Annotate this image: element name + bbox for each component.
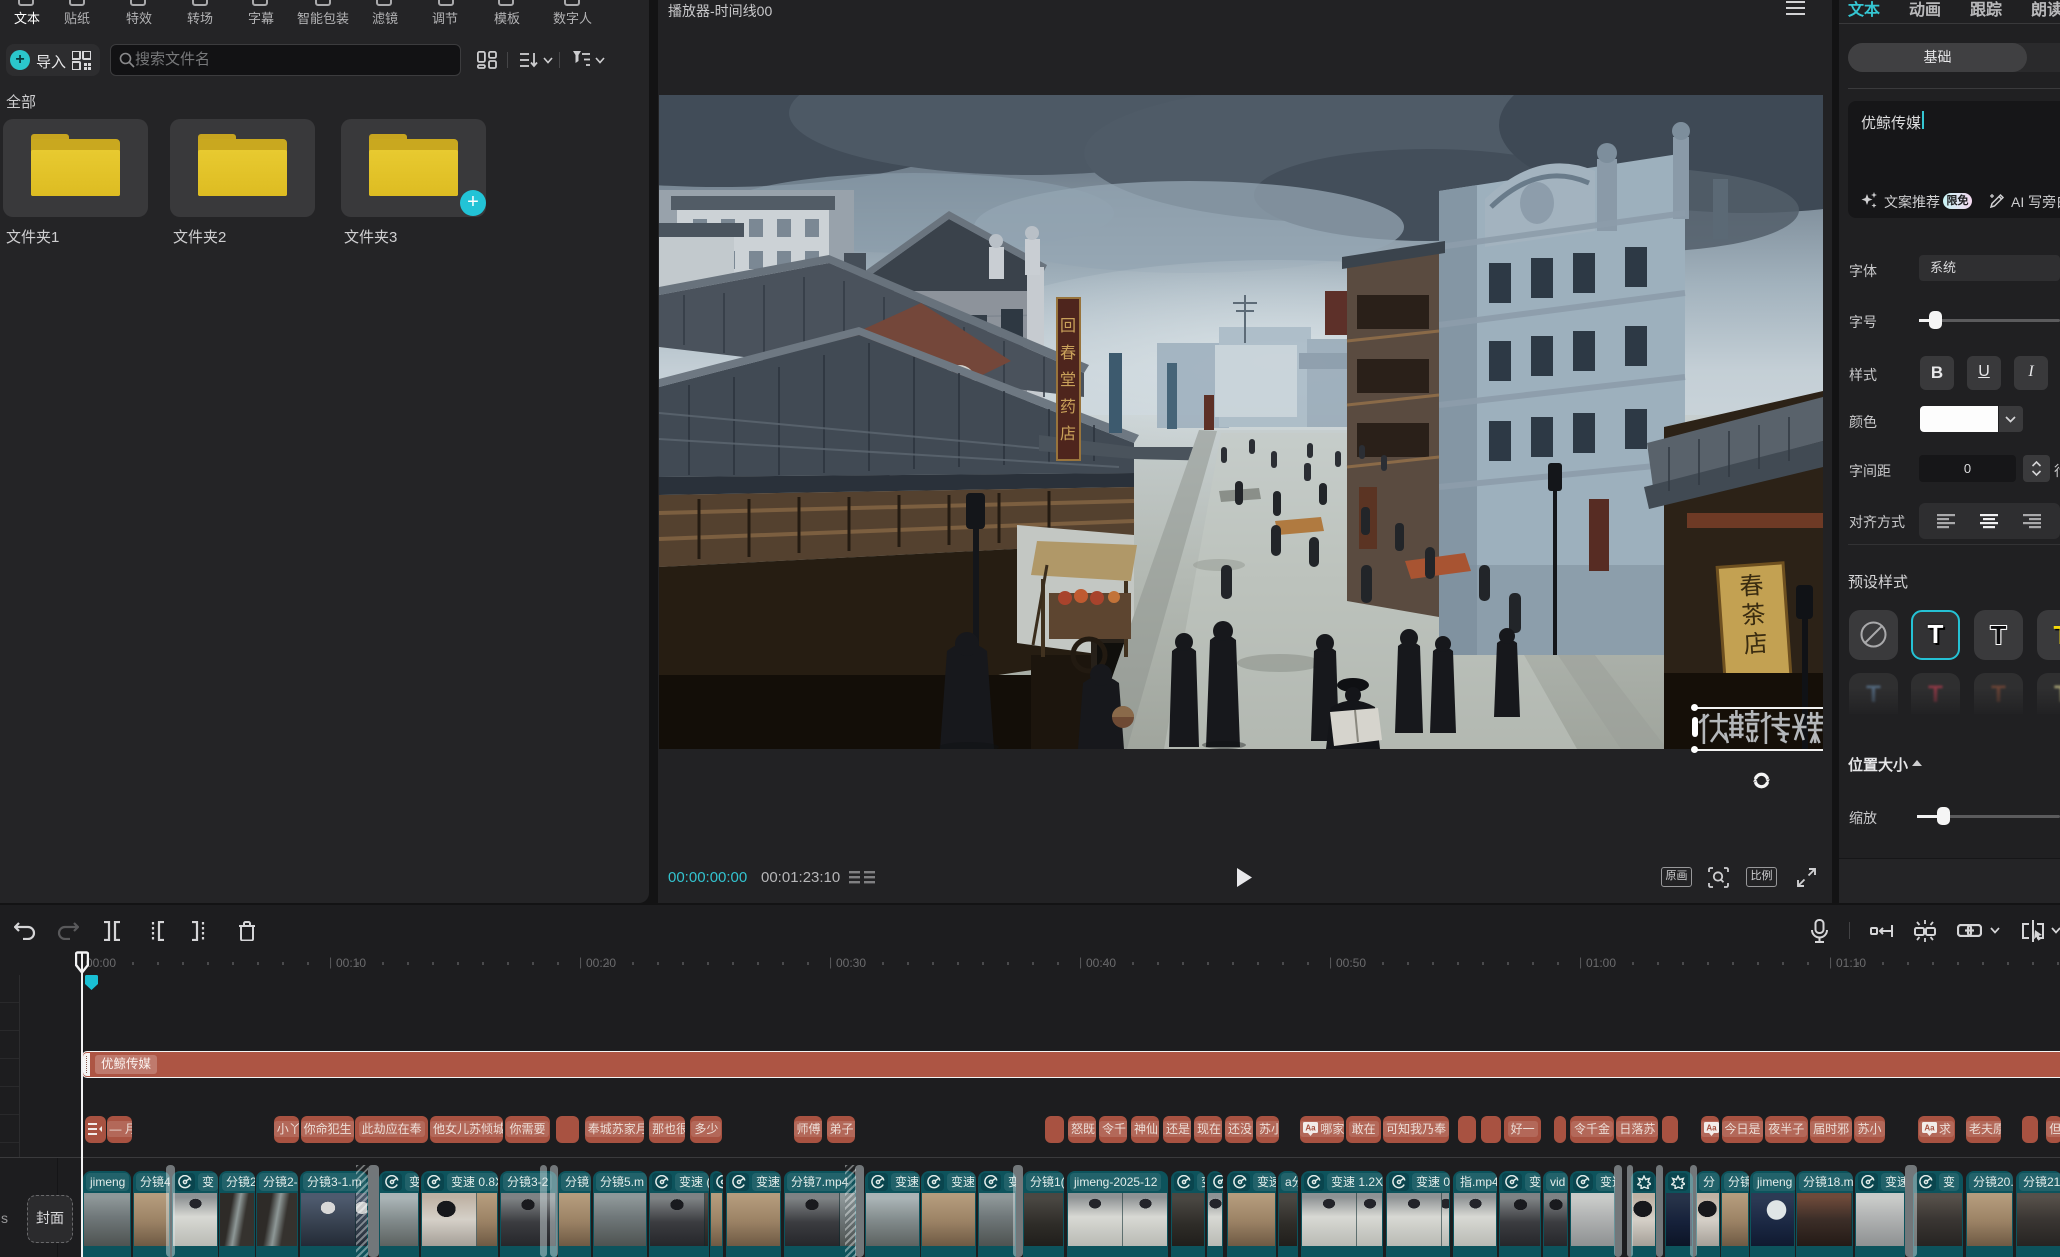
svg-text:店: 店 xyxy=(1743,630,1769,659)
svg-text:店: 店 xyxy=(1060,425,1076,443)
svg-text:Aa: Aa xyxy=(1306,1124,1317,1133)
svg-text:春: 春 xyxy=(1060,344,1076,362)
svg-text:堂: 堂 xyxy=(1060,371,1076,389)
svg-text:茶: 茶 xyxy=(1741,601,1767,630)
svg-text:Aa: Aa xyxy=(1924,1124,1935,1133)
svg-text:回: 回 xyxy=(1060,318,1076,335)
svg-text:药: 药 xyxy=(1060,398,1076,416)
svg-text:春: 春 xyxy=(1739,572,1765,601)
svg-text:Aa: Aa xyxy=(1707,1124,1718,1133)
